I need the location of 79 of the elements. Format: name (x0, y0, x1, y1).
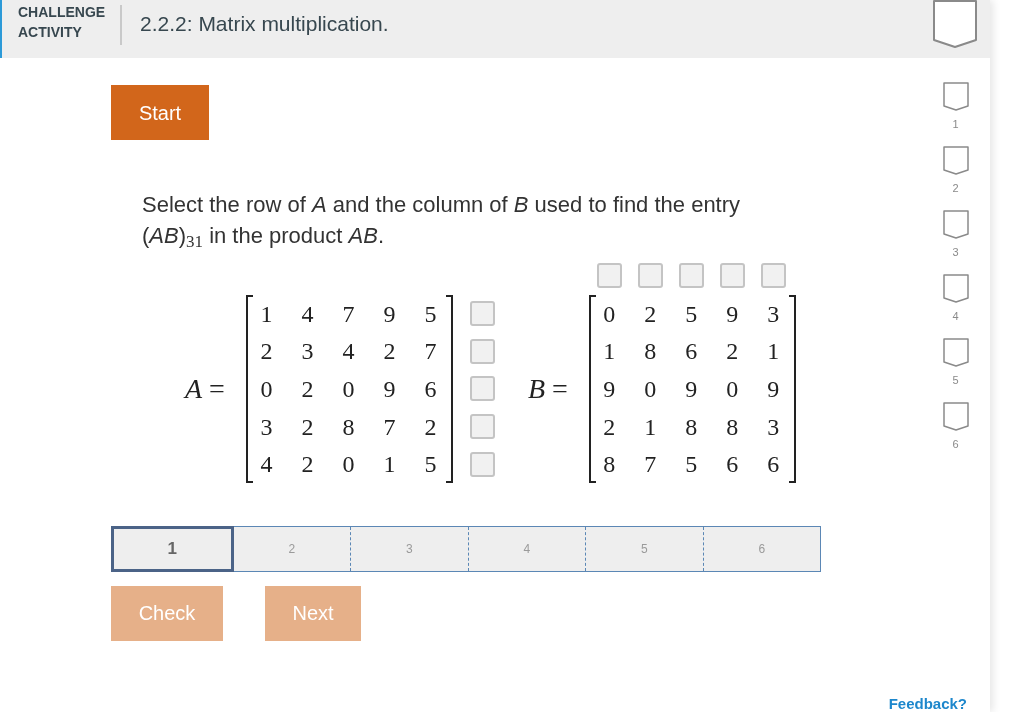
matrix-entry: 5 (424, 300, 437, 327)
row-checkbox[interactable] (469, 451, 495, 477)
activity-title: 2.2.2: Matrix multiplication. (140, 11, 389, 37)
question-number: 2 (952, 182, 959, 194)
matrix-entry: 0 (644, 376, 657, 402)
matrix-entry: 7 (644, 451, 657, 478)
level-tab[interactable]: 3 (350, 526, 468, 571)
matrix-entry: 8 (342, 413, 355, 440)
question-number: 1 (952, 118, 959, 130)
matrix-entry: 0 (260, 376, 273, 402)
row-checkbox[interactable] (469, 414, 495, 440)
matrix-entry: 2 (260, 338, 273, 365)
matrix-entry: 9 (603, 376, 616, 402)
matrix-entry: 6 (424, 376, 437, 402)
question-number: 6 (952, 438, 959, 450)
level-tab[interactable]: 5 (585, 526, 703, 571)
matrix-label: B = (527, 373, 568, 404)
matrix-entry: 8 (685, 413, 698, 440)
matrix-entry: 5 (424, 451, 437, 478)
matrix-entry: 8 (726, 413, 739, 440)
matrix-entry: 0 (342, 451, 355, 478)
feedback-link[interactable]: Feedback? (888, 695, 967, 712)
matrix-entry: 7 (383, 413, 396, 440)
matrix-entry: 1 (603, 338, 616, 365)
column-checkbox[interactable] (678, 263, 704, 288)
matrix-entry: 3 (767, 413, 780, 440)
matrix-entry: 9 (726, 300, 739, 327)
matrix-entry: 0 (342, 376, 355, 402)
matrix-entry: 2 (301, 413, 314, 440)
matrix-entry: 9 (383, 376, 396, 402)
matrix-entry: 3 (260, 413, 273, 440)
matrix-entry: 9 (767, 376, 780, 402)
question-number: 5 (952, 374, 959, 386)
activity-type-label: CHALLENGE ACTIVITY (18, 3, 107, 42)
matrix-entry: 2 (424, 413, 437, 440)
row-checkbox[interactable] (469, 376, 495, 402)
matrix-entry: 1 (260, 300, 273, 327)
question-prompt: Select the row of A and the column of B used to find the entry (AB)$_{31}$ in the product AB. (142, 191, 742, 251)
matrix-entry: 8 (603, 451, 616, 478)
matrix-entry: 3 (301, 338, 314, 365)
matrix-entry: 9 (685, 376, 698, 402)
matrix-entry: 2 (383, 338, 396, 365)
matrix-entry: 0 (726, 376, 739, 402)
start-button[interactable]: Start (111, 85, 209, 140)
matrix-entry: 7 (424, 338, 437, 365)
row-checkbox[interactable] (469, 338, 495, 364)
matrix-entry: 8 (644, 338, 657, 365)
column-checkbox[interactable] (760, 263, 786, 288)
matrix-entry: 2 (301, 376, 314, 402)
column-checkbox[interactable] (596, 263, 622, 288)
matrix-entry: 5 (685, 300, 698, 327)
matrix-entry: 5 (685, 451, 698, 478)
matrix-label: A = (185, 373, 225, 404)
column-checkbox[interactable] (719, 263, 745, 288)
matrix-entry: 2 (603, 413, 616, 440)
question-number: 3 (952, 246, 959, 258)
matrix-entry: 1 (383, 451, 396, 478)
matrix-entry: 1 (767, 338, 780, 365)
level-tab[interactable]: 6 (702, 526, 820, 571)
matrix-entry: 6 (685, 338, 698, 365)
matrix-entry: 0 (603, 300, 616, 327)
matrix-entry: 1 (644, 413, 657, 440)
matrix-entry: 2 (301, 451, 314, 478)
matrix-entry: 6 (726, 451, 739, 478)
matrix-entry: 3 (767, 300, 780, 327)
row-checkbox[interactable] (469, 301, 495, 327)
matrix-entry: 7 (342, 300, 355, 327)
level-tab[interactable]: 2 (233, 526, 350, 571)
column-checkbox[interactable] (637, 263, 663, 288)
matrix-entry: 6 (767, 451, 780, 478)
matrix-entry: 2 (726, 338, 739, 365)
matrix-entry: 4 (260, 451, 273, 478)
matrix-entry: 4 (342, 338, 355, 365)
question-number: 4 (952, 310, 959, 322)
matrix-entry: 9 (383, 300, 396, 327)
matrix-entry: 2 (644, 300, 657, 327)
level-tab[interactable]: 4 (467, 526, 585, 571)
matrix-entry: 4 (301, 300, 314, 327)
level-tab[interactable]: 1 (111, 525, 234, 572)
